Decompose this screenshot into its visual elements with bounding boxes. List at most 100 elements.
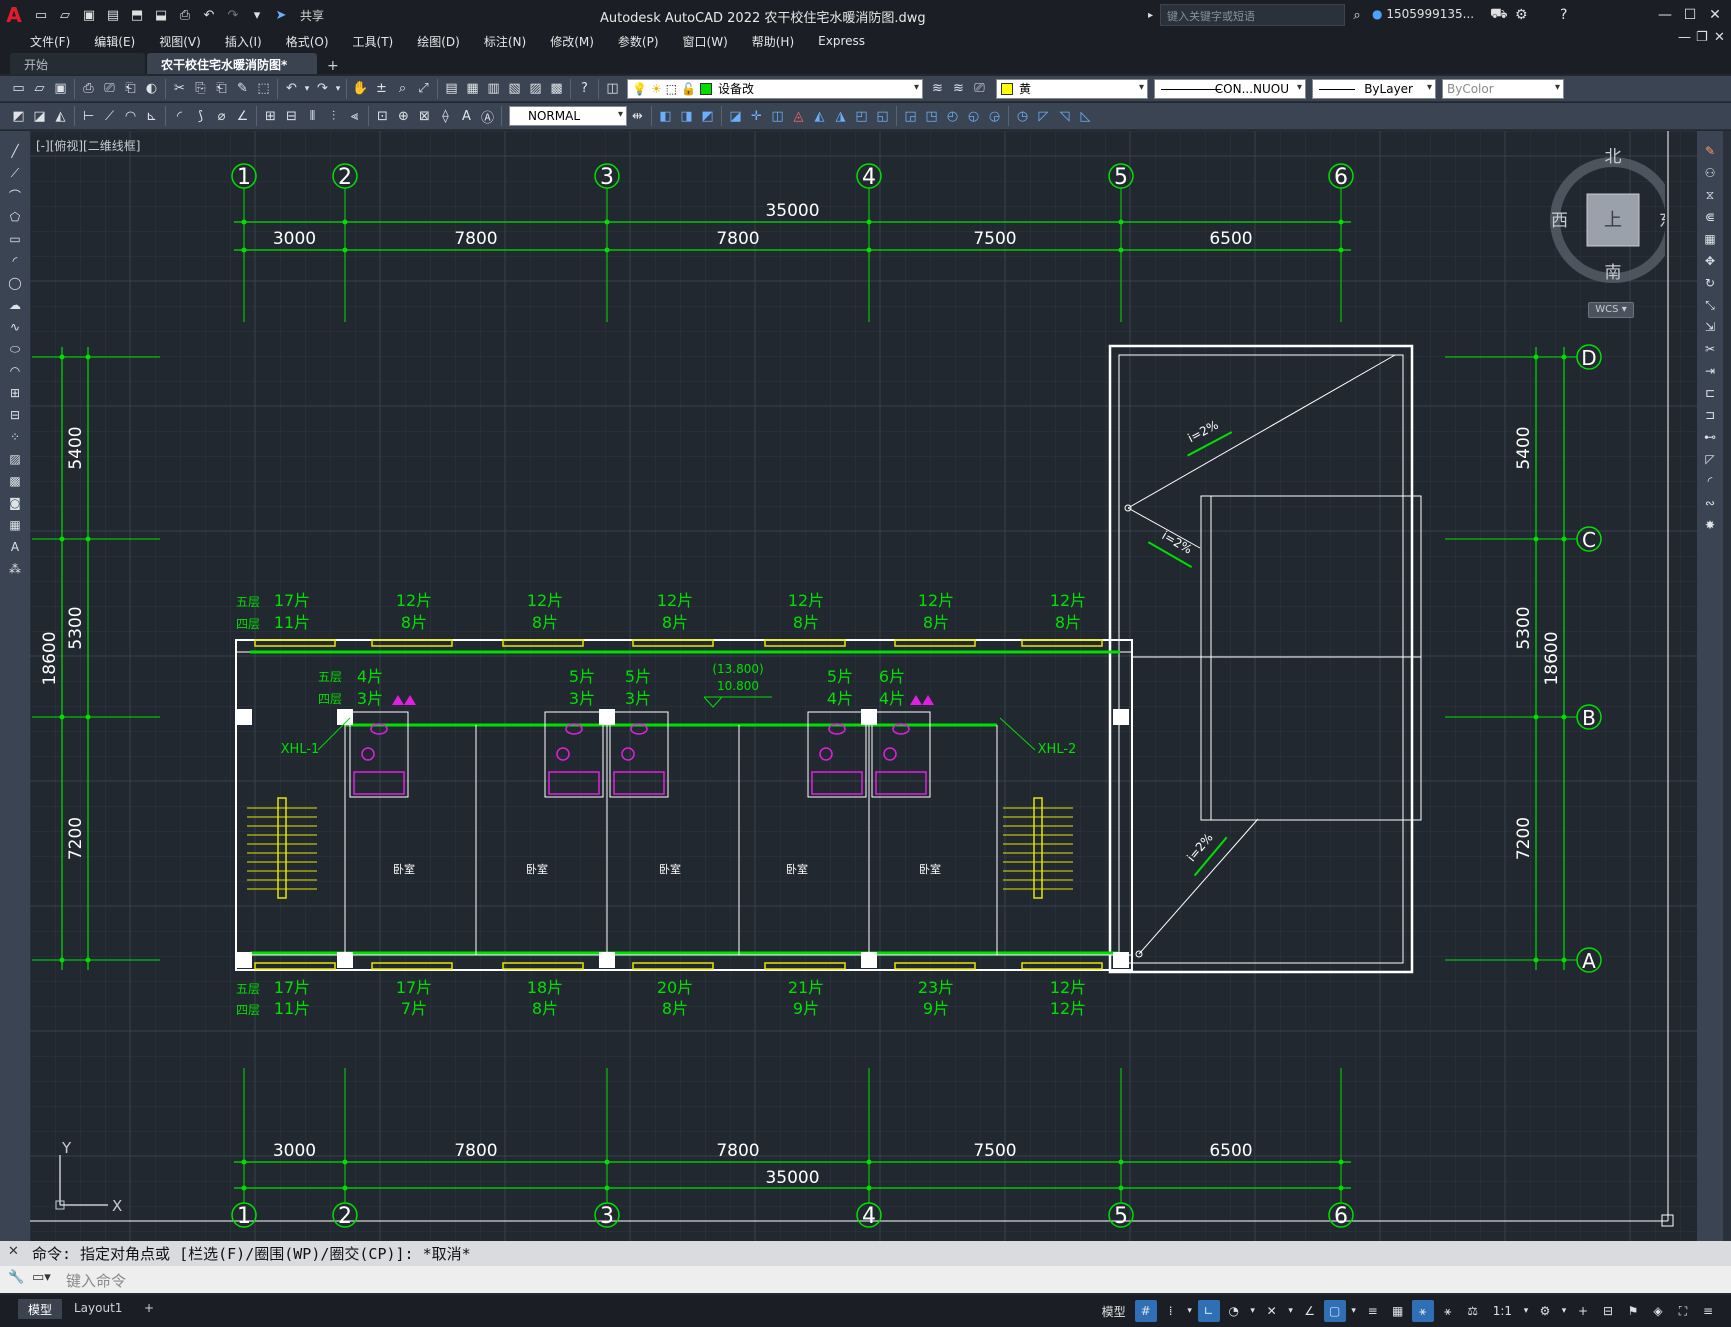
tab-layout1[interactable]: Layout1 — [64, 1299, 132, 1319]
ortho-icon[interactable]: ∟ — [1197, 1300, 1220, 1322]
region-icon[interactable]: ◙ — [4, 493, 26, 513]
markup-icon[interactable]: ▨ — [525, 78, 546, 99]
dim-style-dropdown[interactable]: NORMAL ▾ — [509, 106, 627, 126]
jogged-linear-icon[interactable]: ⟠ — [435, 106, 456, 127]
menu-express[interactable]: Express — [806, 34, 877, 48]
polar-icon[interactable]: ◔ — [1223, 1300, 1245, 1322]
layer-state-icon[interactable]: ⎚ — [969, 78, 990, 99]
osnap-dropdown-icon[interactable]: ▾ — [1349, 1300, 1359, 1322]
open-web-icon[interactable]: ⬒ — [128, 6, 146, 24]
isodraft-dropdown-icon[interactable]: ▾ — [1286, 1300, 1296, 1322]
offset-icon[interactable]: ⋐ — [1699, 207, 1721, 227]
move-icon[interactable]: ✥ — [1699, 251, 1721, 271]
menu-help[interactable]: 帮助(H) — [740, 33, 806, 50]
new-layout-icon[interactable]: + — [134, 1299, 164, 1319]
isodraft-icon[interactable]: ✕ — [1261, 1300, 1283, 1322]
subtract-icon[interactable]: ◨ — [676, 106, 697, 127]
units-icon[interactable]: ⊟ — [1597, 1300, 1619, 1322]
make-current-layer-icon[interactable]: ≋ — [927, 78, 948, 99]
tolerance-icon[interactable]: ⊡ — [372, 106, 393, 127]
customization-icon[interactable]: ≡ — [1697, 1300, 1719, 1322]
diameter-dim-icon[interactable]: ⌀ — [211, 106, 232, 127]
share-button[interactable]: 共享 — [300, 7, 324, 24]
doc-close-icon[interactable]: ✕ — [1714, 30, 1725, 45]
copy-faces-icon[interactable]: ◰ — [851, 106, 872, 127]
extract-edges-icon[interactable]: ◷ — [1012, 106, 1033, 127]
search-icon[interactable]: ⌕ — [1345, 4, 1369, 26]
zoom-realtime-icon[interactable]: ± — [371, 78, 392, 99]
check-icon[interactable]: ◶ — [984, 106, 1005, 127]
fillet-icon[interactable]: ◜ — [1699, 471, 1721, 491]
auto-scale-icon[interactable]: ⚹ — [1437, 1300, 1459, 1322]
annotation-scale-value[interactable]: 1:1 — [1487, 1304, 1518, 1318]
copy-edges-icon[interactable]: ◸ — [1033, 106, 1054, 127]
separate-icon[interactable]: ◴ — [942, 106, 963, 127]
gradient-icon[interactable]: ▩ — [4, 471, 26, 491]
extend-icon[interactable]: ⇥ — [1699, 361, 1721, 381]
menu-edit[interactable]: 编辑(E) — [82, 33, 147, 50]
tab-model[interactable]: 模型 — [18, 1299, 63, 1319]
linetype-dropdown[interactable]: CON...NUOU ▾ — [1154, 78, 1306, 99]
zoom-previous-icon[interactable]: ⤢ — [413, 78, 434, 99]
command-close-icon[interactable]: ✕ — [8, 1244, 19, 1259]
dim-text-edit-icon[interactable]: A — [456, 106, 477, 127]
transparency-icon[interactable]: ▦ — [1387, 1300, 1409, 1322]
layer-properties-icon[interactable]: ◫ — [602, 78, 623, 99]
redo-icon[interactable]: ↷ — [312, 78, 333, 99]
clean-icon[interactable]: ◳ — [921, 106, 942, 127]
explode-icon[interactable]: ✸ — [1699, 515, 1721, 535]
break-at-point-icon[interactable]: ⊏ — [1699, 383, 1721, 403]
union-icon[interactable]: ◧ — [655, 106, 676, 127]
polyline-icon[interactable]: ⌒ — [4, 185, 26, 205]
menu-format[interactable]: 格式(O) — [274, 33, 341, 50]
color-dropdown[interactable]: 黄 ▾ — [996, 78, 1148, 99]
menu-modify[interactable]: 修改(M) — [538, 33, 606, 50]
open-icon[interactable]: ▱ — [29, 78, 50, 99]
quick-properties-icon[interactable]: ⚑ — [1622, 1300, 1644, 1322]
rotate-icon[interactable]: ↻ — [1699, 273, 1721, 293]
menu-draw[interactable]: 绘图(D) — [405, 33, 472, 50]
snap-icon[interactable]: ⁞ — [1160, 1300, 1182, 1322]
qat-dropdown-icon[interactable]: ▾ — [248, 6, 266, 24]
new-icon[interactable]: ▭ — [8, 78, 29, 99]
plot-icon[interactable]: ⎙ — [176, 6, 194, 24]
doc-minimize-icon[interactable]: — — [1678, 30, 1691, 45]
join-icon[interactable]: ⊷ — [1699, 427, 1721, 447]
design-center-icon[interactable]: ▦ — [462, 78, 483, 99]
help-icon[interactable]: ? — [574, 78, 595, 99]
polar-dropdown-icon[interactable]: ▾ — [1248, 1300, 1258, 1322]
object-snap-tracking-icon[interactable]: ∠ — [1299, 1300, 1321, 1322]
layer-dropdown[interactable]: 💡 ☀ ⬚ 🔓 设备改 ▾ — [627, 78, 923, 99]
aligned-dim-icon[interactable]: ⟋ — [99, 106, 120, 127]
share-icon[interactable]: ➤ — [272, 6, 290, 24]
doc-restore-icon[interactable]: ❐ — [1696, 30, 1708, 45]
dim-edit-icon[interactable]: ◩ — [8, 106, 29, 127]
tab-start[interactable]: 开始 — [10, 53, 145, 74]
user-account[interactable]: ● 1505999135... — [1372, 7, 1474, 21]
color-edges-icon[interactable]: ◹ — [1054, 106, 1075, 127]
lineweight-dropdown[interactable]: ByLayer ▾ — [1312, 78, 1436, 99]
radius-dim-icon[interactable]: ◜ — [169, 106, 190, 127]
menu-tools[interactable]: 工具(T) — [341, 33, 406, 50]
vertical-scrollbar[interactable] — [1723, 131, 1731, 1241]
scale-icon[interactable]: ⤡ — [1699, 295, 1721, 315]
angular-dim-icon[interactable]: ∠ — [232, 106, 253, 127]
model-space-button[interactable]: 模型 — [1096, 1303, 1132, 1320]
arc-icon[interactable]: ◜ — [4, 251, 26, 271]
grid-icon[interactable]: # — [1134, 1300, 1157, 1322]
pan-icon[interactable]: ✋ — [350, 78, 371, 99]
dim-style-icon[interactable]: ◪ — [29, 106, 50, 127]
annotation-visibility-icon[interactable]: ⚹ — [1411, 1300, 1434, 1322]
app-exchange-icon[interactable]: ⚙ — [1515, 4, 1528, 26]
inspect-icon[interactable]: ⊠ — [414, 106, 435, 127]
publish-icon[interactable]: ⎗ — [120, 78, 141, 99]
cut-icon[interactable]: ✂ — [169, 78, 190, 99]
menu-window[interactable]: 窗口(W) — [671, 33, 740, 50]
center-mark-icon[interactable]: ⊕ — [393, 106, 414, 127]
ordinate-dim-icon[interactable]: ⊾ — [141, 106, 162, 127]
quick-dim-icon[interactable]: ⊞ — [260, 106, 281, 127]
point-icon[interactable]: ⁘ — [4, 427, 26, 447]
customize-icon[interactable]: 🔧 — [8, 1270, 24, 1285]
hatch-icon[interactable]: ▨ — [4, 449, 26, 469]
continue-dim-icon[interactable]: ⫴ — [302, 106, 323, 127]
